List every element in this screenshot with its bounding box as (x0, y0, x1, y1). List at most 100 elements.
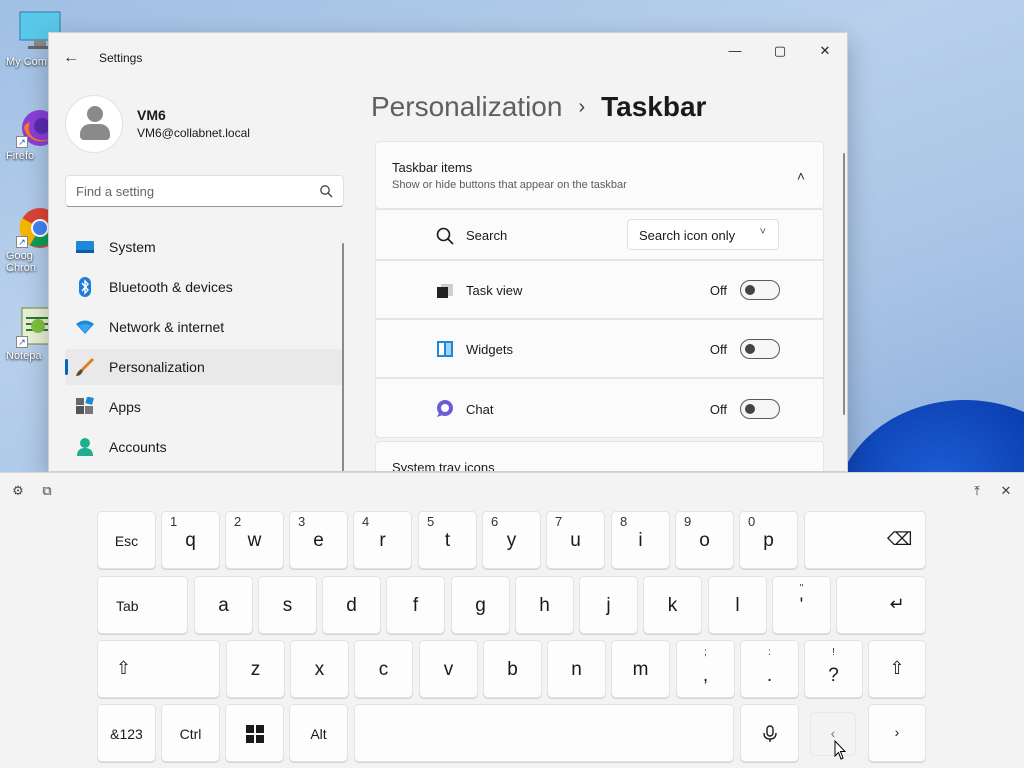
breadcrumb-parent[interactable]: Personalization (371, 91, 562, 123)
key-arrow-left[interactable]: ‹ (810, 712, 856, 756)
chat-toggle[interactable] (740, 399, 780, 419)
key-microphone[interactable] (740, 704, 799, 762)
sidebar-item-network[interactable]: Network & internet (65, 309, 343, 345)
key-e[interactable]: 3e (289, 511, 348, 569)
keyboard-close-icon[interactable]: ✕ (998, 483, 1014, 499)
key-shift-left[interactable]: ⇧ (97, 640, 220, 698)
key-period[interactable]: :. (740, 640, 799, 698)
key-h[interactable]: h (515, 576, 574, 634)
key-u[interactable]: 7u (546, 511, 605, 569)
search-input[interactable]: Find a setting (65, 175, 344, 207)
key-alt-label: 2 (234, 514, 242, 529)
key-o[interactable]: 9o (675, 511, 734, 569)
key-t[interactable]: 5t (418, 511, 477, 569)
key-d[interactable]: d (322, 576, 381, 634)
chevron-up-icon[interactable]: ˄ (797, 168, 805, 184)
avatar-body (80, 124, 110, 140)
task-view-toggle[interactable] (740, 280, 780, 300)
key-p[interactable]: 0p (739, 511, 798, 569)
key-label: r (379, 530, 386, 551)
key-label: j (606, 595, 611, 616)
key-m[interactable]: m (611, 640, 670, 698)
toggle-knob (745, 285, 755, 295)
key-a[interactable]: a (194, 576, 253, 634)
sidebar-item-label: Network & internet (109, 319, 225, 335)
key-j[interactable]: j (579, 576, 638, 634)
key-space[interactable] (354, 704, 734, 762)
key-c[interactable]: c (354, 640, 413, 698)
key-s[interactable]: s (258, 576, 317, 634)
key-label: a (218, 595, 229, 616)
page-title: Taskbar (601, 91, 707, 122)
key-n[interactable]: n (547, 640, 606, 698)
key-alt-label: 0 (748, 514, 756, 529)
section-subtitle: Show or hide buttons that appear on the … (392, 179, 627, 191)
key-l[interactable]: l (708, 576, 767, 634)
chevron-right-icon: › (894, 724, 900, 740)
key-f[interactable]: f (386, 576, 445, 634)
key-k[interactable]: k (643, 576, 702, 634)
key-g[interactable]: g (451, 576, 510, 634)
key-esc[interactable]: Esc (97, 511, 156, 569)
taskbar-items-header[interactable]: Taskbar items Show or hide buttons that … (375, 141, 824, 209)
keyboard-settings-icon[interactable]: ⚙ (10, 483, 26, 499)
sidebar-item-system[interactable]: System (65, 229, 343, 265)
close-button[interactable]: ✕ (805, 41, 845, 61)
key-arrow-right[interactable]: › (868, 704, 926, 762)
minimize-button[interactable]: — (715, 41, 755, 61)
content-scrollbar[interactable] (843, 153, 845, 415)
key-label: s (282, 595, 293, 616)
key-comma[interactable]: ;, (676, 640, 735, 698)
sidebar-item-accounts[interactable]: Accounts (65, 429, 343, 465)
key-q[interactable]: 1q (161, 511, 220, 569)
key-v[interactable]: v (419, 640, 478, 698)
key-alt-label: 9 (684, 514, 692, 529)
settings-window: ← Settings — ▢ ✕ VM6 VM6@collabnet.local… (48, 32, 848, 472)
shortcut-arrow-icon: ↗ (16, 236, 28, 248)
sidebar-item-personalization[interactable]: Personalization (65, 349, 343, 385)
key-y[interactable]: 6y (482, 511, 541, 569)
key-label: v (443, 659, 454, 680)
sidebar-scrollbar[interactable] (342, 243, 344, 471)
key-alt[interactable]: Alt (289, 704, 348, 762)
key-label: t (444, 530, 451, 551)
key-label: p (763, 530, 774, 551)
sidebar-item-bluetooth[interactable]: Bluetooth & devices (65, 269, 343, 305)
key-ctrl[interactable]: Ctrl (161, 704, 220, 762)
key-r[interactable]: 4r (353, 511, 412, 569)
key-alt-label: : (768, 647, 771, 658)
key-label: l (735, 595, 740, 616)
key-enter[interactable]: ↵ (836, 576, 926, 634)
key-tab[interactable]: Tab (97, 576, 188, 634)
keyboard-undock-icon[interactable]: ⤒ (969, 483, 985, 499)
key-x[interactable]: x (290, 640, 349, 698)
key-backspace[interactable]: ⌫ (804, 511, 926, 569)
keyboard-dock-icon[interactable]: ⧉ (39, 483, 55, 499)
sidebar-item-label: Bluetooth & devices (109, 279, 233, 295)
widgets-toggle[interactable] (740, 339, 780, 359)
sidebar-item-label: Personalization (109, 359, 205, 375)
sidebar-nav: System Bluetooth & devices Network & int… (65, 229, 343, 469)
key-shift-right[interactable]: ⇧ (868, 640, 926, 698)
toggle-knob (745, 344, 755, 354)
sidebar-item-label: Apps (109, 399, 141, 415)
maximize-button[interactable]: ▢ (760, 41, 800, 61)
system-tray-icons-header[interactable]: System tray icons (375, 441, 824, 471)
back-button[interactable]: ← (63, 49, 81, 67)
key-b[interactable]: b (483, 640, 542, 698)
key-w[interactable]: 2w (225, 511, 284, 569)
key-z[interactable]: z (226, 640, 285, 698)
avatar[interactable] (65, 95, 123, 153)
key-apostrophe[interactable]: " ' (772, 576, 831, 634)
setting-row-widgets: Widgets Off (375, 319, 824, 378)
search-mode-dropdown[interactable]: Search icon only ˅ (627, 219, 779, 250)
shortcut-arrow-icon: ↗ (16, 136, 28, 148)
chevron-down-icon: ˅ (759, 226, 766, 238)
key-label: h (539, 595, 550, 616)
key-question[interactable]: !? (804, 640, 863, 698)
sidebar-item-apps[interactable]: Apps (65, 389, 343, 425)
mouse-cursor-icon (834, 739, 847, 760)
key-windows[interactable] (225, 704, 284, 762)
key-i[interactable]: 8i (611, 511, 670, 569)
key-symbols[interactable]: &123 (97, 704, 156, 762)
